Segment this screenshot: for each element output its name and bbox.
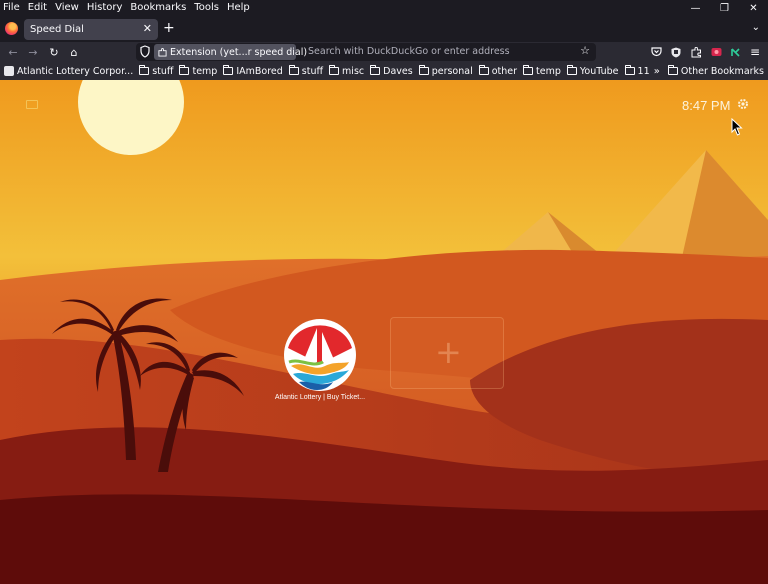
close-window-button[interactable]: ✕ <box>739 0 768 16</box>
add-speed-dial-button[interactable]: + <box>390 317 504 389</box>
menu-tools[interactable]: Tools <box>190 1 223 15</box>
folder-icon <box>179 65 190 75</box>
other-bookmarks-folder[interactable]: Other Bookmarks <box>667 65 764 77</box>
folder-icon <box>523 65 534 75</box>
tracking-protection-shield-icon[interactable] <box>140 45 150 58</box>
bookmarks-right-group: » Other Bookmarks <box>654 62 764 80</box>
home-button[interactable]: ⌂ <box>65 43 83 61</box>
pocket-icon[interactable] <box>649 45 663 59</box>
bookmark-label: Daves <box>383 65 413 77</box>
extension-identity-chip[interactable]: Extension (yet...r speed dial) <box>154 44 307 60</box>
bookmark-folder-other[interactable]: other <box>478 65 518 77</box>
menu-bar: File Edit View History Bookmarks Tools H… <box>0 0 768 16</box>
list-all-tabs-icon[interactable]: ⌄ <box>752 22 760 33</box>
bookmark-folder-temp[interactable]: temp <box>179 65 218 77</box>
clock: 8:47 PM <box>682 98 731 113</box>
bookmark-label: stuff <box>152 65 174 77</box>
extensions-puzzle-icon[interactable] <box>689 45 703 59</box>
bookmark-label: personal <box>431 65 473 77</box>
bookmark-folder-stuff[interactable]: stuff <box>139 65 174 77</box>
atlantic-lottery-logo-icon <box>284 319 356 391</box>
menu-edit[interactable]: Edit <box>24 1 51 15</box>
bookmark-label: YouTube <box>579 65 619 77</box>
minimize-button[interactable]: — <box>681 0 710 16</box>
forward-button[interactable]: → <box>24 43 42 61</box>
puzzle-piece-icon <box>158 47 167 57</box>
screen-recorder-icon[interactable] <box>709 45 723 59</box>
reload-button[interactable]: ↻ <box>45 43 63 61</box>
speed-dial-page: 8:47 PM Atlantic Lottery | Buy Ticket...… <box>0 80 768 584</box>
mouse-cursor-icon <box>731 118 743 136</box>
bookmark-label: temp <box>536 65 561 77</box>
bookmark-folder-personal[interactable]: personal <box>418 65 473 77</box>
folder-icon <box>223 65 234 75</box>
settings-gear-icon[interactable] <box>737 98 749 110</box>
tree-style-tab-icon[interactable] <box>728 45 742 59</box>
tab-strip: Speed Dial ✕ + ⌄ <box>0 16 768 42</box>
firefox-logo-icon <box>5 22 18 35</box>
window-controls: — ❐ ✕ <box>681 0 768 16</box>
folder-icon <box>667 65 678 75</box>
bookmark-label: other <box>491 65 518 77</box>
speed-dial-label: Atlantic Lottery | Buy Ticket... <box>274 394 366 401</box>
bookmark-label: Atlantic Lottery Corpor... <box>17 65 134 77</box>
menu-bookmarks[interactable]: Bookmarks <box>126 1 190 15</box>
tab-title: Speed Dial <box>30 24 84 35</box>
bookmarks-overflow-chevron-icon[interactable]: » <box>654 66 660 77</box>
bookmark-folder-youtube[interactable]: YouTube <box>566 65 619 77</box>
bookmark-folder-iambored[interactable]: IAmBored <box>223 65 283 77</box>
folder-icon <box>418 65 429 75</box>
tab-speed-dial[interactable]: Speed Dial ✕ <box>24 19 158 40</box>
bookmark-folder-temp-2[interactable]: temp <box>523 65 561 77</box>
folder-icon <box>288 65 299 75</box>
bookmark-label: temp <box>192 65 218 77</box>
folder-icon <box>566 65 577 75</box>
add-plus-icon: + <box>435 333 462 371</box>
extension-label: Extension (yet...r speed dial) <box>170 46 308 58</box>
menu-history[interactable]: History <box>83 1 127 15</box>
bookmark-folder-stuff-2[interactable]: stuff <box>288 65 324 77</box>
bookmark-star-icon[interactable]: ☆ <box>580 44 590 57</box>
bookmark-folder-daves[interactable]: Daves <box>370 65 413 77</box>
bookmark-label: IAmBored <box>236 65 283 77</box>
other-bookmarks-label: Other Bookmarks <box>680 65 764 77</box>
back-button[interactable]: ← <box>4 43 22 61</box>
folder-icon <box>624 65 635 75</box>
restore-button[interactable]: ❐ <box>710 0 739 16</box>
bookmark-label: stuff <box>301 65 324 77</box>
speed-dial-tile-atlantic-lottery[interactable]: Atlantic Lottery | Buy Ticket... <box>265 316 375 406</box>
bookmark-folder-misc[interactable]: misc <box>329 65 365 77</box>
bookmarks-toolbar: Atlantic Lottery Corpor... stuff temp IA… <box>0 62 768 80</box>
new-tab-button[interactable]: + <box>163 21 175 35</box>
folder-icon <box>478 65 489 75</box>
navigation-toolbar: ← → ↻ ⌂ Extension (yet...r speed dial) S… <box>0 42 768 62</box>
bookmark-label: 11 <box>637 65 650 77</box>
menu-view[interactable]: View <box>51 1 83 15</box>
sidebar-toggle-icon[interactable] <box>26 100 38 109</box>
bookmark-label: misc <box>342 65 365 77</box>
ublock-extension-icon[interactable] <box>669 45 683 59</box>
bookmark-atlantic-lottery[interactable]: Atlantic Lottery Corpor... <box>4 66 133 77</box>
folder-icon <box>370 65 381 75</box>
site-favicon-icon <box>4 66 14 76</box>
folder-icon <box>139 65 150 75</box>
menu-help[interactable]: Help <box>223 1 254 15</box>
tab-close-icon[interactable]: ✕ <box>143 22 152 35</box>
desert-wallpaper <box>0 80 768 584</box>
menu-file[interactable]: File <box>0 1 24 15</box>
bookmark-folder-11[interactable]: 11 <box>624 65 650 77</box>
url-bar[interactable]: Extension (yet...r speed dial) Search wi… <box>136 43 596 61</box>
app-menu-icon[interactable]: ≡ <box>748 45 762 59</box>
address-input-placeholder[interactable]: Search with DuckDuckGo or enter address <box>308 46 510 57</box>
folder-icon <box>329 65 340 75</box>
